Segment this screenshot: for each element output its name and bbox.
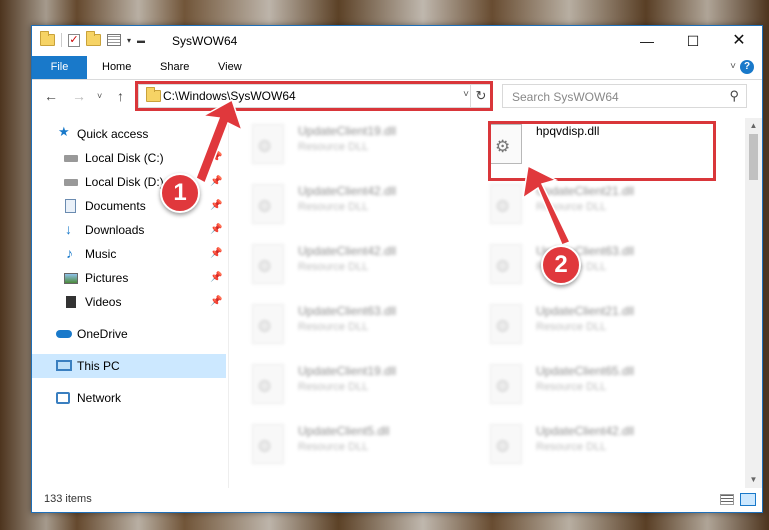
callout-badge-2: 2 bbox=[541, 245, 581, 285]
callout-badge-1: 1 bbox=[160, 173, 200, 213]
arrow-1 bbox=[195, 98, 244, 185]
arrow-2 bbox=[521, 164, 572, 246]
annotation-arrows bbox=[195, 98, 572, 246]
